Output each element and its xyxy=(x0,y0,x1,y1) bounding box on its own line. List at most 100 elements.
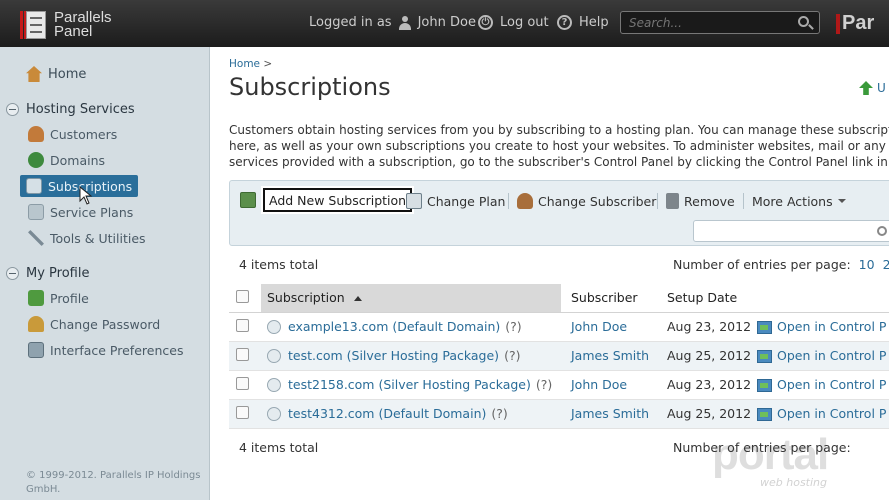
sidebar-item-label: Home xyxy=(48,66,87,82)
help-hint[interactable]: (?) xyxy=(505,319,521,334)
column-subscription[interactable]: Subscription xyxy=(261,284,561,313)
subscription-link[interactable]: test4312.com (Default Domain) xyxy=(288,406,486,421)
subscriber-link[interactable]: John Doe xyxy=(571,319,627,334)
collapse-icon[interactable] xyxy=(6,267,19,280)
open-control-panel-link[interactable]: Open in Control P xyxy=(777,406,886,421)
change-plan-button[interactable]: Change Plan xyxy=(406,190,505,212)
section-hosting-services[interactable]: Hosting Services xyxy=(6,102,135,117)
user-icon xyxy=(398,15,412,30)
column-subscriber[interactable]: Subscriber xyxy=(561,284,657,313)
logout-link[interactable]: ⏻ Log out xyxy=(478,15,549,30)
sidebar-item-profile[interactable]: Profile xyxy=(26,287,93,309)
breadcrumb-separator: > xyxy=(263,58,273,70)
select-all-checkbox[interactable] xyxy=(236,289,249,303)
user-name[interactable]: John Doe xyxy=(418,15,476,30)
section-my-profile[interactable]: My Profile xyxy=(6,266,89,281)
sidebar-item-customers[interactable]: Customers xyxy=(26,123,121,145)
subscriber-link[interactable]: John Doe xyxy=(571,377,627,392)
help-hint[interactable]: (?) xyxy=(504,348,520,363)
search-icon[interactable] xyxy=(798,16,809,27)
sort-ascending-icon xyxy=(353,296,362,302)
entries-per-page-label: Number of entries per page: xyxy=(673,257,851,272)
toolbar-divider xyxy=(657,193,658,209)
logged-in-user: Logged in as John Doe xyxy=(309,15,476,30)
help-link[interactable]: ? Help xyxy=(557,15,609,30)
power-icon: ⏻ xyxy=(478,15,493,30)
subscription-link[interactable]: test.com (Silver Hosting Package) xyxy=(288,348,499,363)
control-panel-icon xyxy=(757,379,772,392)
tools-icon xyxy=(28,230,44,246)
section-label: My Profile xyxy=(26,266,90,281)
change-plan-icon xyxy=(406,193,422,209)
open-control-panel-link[interactable]: Open in Control P xyxy=(777,319,886,334)
status-icon xyxy=(267,378,281,393)
more-actions-dropdown[interactable]: More Actions xyxy=(752,190,846,212)
copyright: © 1999-2012. Parallels IP Holdings GmbH. xyxy=(26,470,201,495)
entries-per-page-top: Number of entries per page: 10 25 1 xyxy=(673,257,889,272)
service-plans-icon xyxy=(28,204,44,220)
breadcrumb-home[interactable]: Home xyxy=(229,58,260,70)
sidebar-item-tools-utilities[interactable]: Tools & Utilities xyxy=(26,227,150,249)
help-hint[interactable]: (?) xyxy=(491,406,507,421)
column-subscriber-label: Subscriber xyxy=(571,290,638,306)
home-icon xyxy=(26,66,42,82)
row-checkbox[interactable] xyxy=(236,405,249,419)
entries-option-10[interactable]: 10 xyxy=(859,257,875,272)
logged-in-label: Logged in as xyxy=(309,15,392,30)
change-subscriber-button[interactable]: Change Subscriber xyxy=(517,190,656,212)
sidebar-item-label: Tools & Utilities xyxy=(50,230,146,246)
help-icon: ? xyxy=(557,15,572,30)
sidebar-item-label: Profile xyxy=(50,290,89,306)
chevron-down-icon xyxy=(837,199,846,203)
add-new-subscription-label: Add New Subscription xyxy=(269,192,407,208)
sidebar-item-interface-preferences[interactable]: Interface Preferences xyxy=(26,339,187,361)
column-setup-date[interactable]: Setup Date xyxy=(657,284,757,313)
list-search-field[interactable] xyxy=(693,220,889,242)
sidebar-item-change-password[interactable]: Change Password xyxy=(26,313,164,335)
sidebar-item-domains[interactable]: Domains xyxy=(26,149,109,171)
subscriber-link[interactable]: James Smith xyxy=(571,348,649,363)
top-header: Parallels Panel Logged in as John Doe ⏻ … xyxy=(0,0,889,47)
up-level-label: U xyxy=(877,81,886,95)
setup-date: Aug 23, 2012 xyxy=(657,312,757,342)
portal-watermark: portal xyxy=(712,430,829,479)
entries-option-25[interactable]: 25 xyxy=(883,257,889,272)
change-subscriber-label: Change Subscriber xyxy=(538,193,657,209)
up-level-link[interactable]: U xyxy=(859,81,886,95)
header-search[interactable] xyxy=(620,11,820,34)
subscription-link[interactable]: test2158.com (Silver Hosting Package) xyxy=(288,377,531,392)
sidebar: Home Hosting Services Customers Domains … xyxy=(0,47,210,500)
remove-button[interactable]: Remove xyxy=(666,190,735,212)
parallels-logo[interactable]: Parallels Panel xyxy=(6,9,112,41)
sidebar-item-home[interactable]: Home xyxy=(26,66,86,82)
row-checkbox[interactable] xyxy=(236,318,249,332)
open-control-panel-link[interactable]: Open in Control P xyxy=(777,348,886,363)
mouse-pointer-icon xyxy=(79,186,93,205)
breadcrumb: Home > xyxy=(229,58,272,70)
toolbar: Add New Subscription Change Plan Change … xyxy=(229,180,889,246)
subscriber-link[interactable]: James Smith xyxy=(571,406,649,421)
change-subscriber-icon xyxy=(517,193,533,209)
portal-watermark-sub: web hosting xyxy=(760,476,827,489)
collapse-icon[interactable] xyxy=(6,103,19,116)
key-icon xyxy=(28,316,44,332)
help-hint[interactable]: (?) xyxy=(536,377,552,392)
add-subscription-icon xyxy=(240,192,256,208)
open-control-panel-link[interactable]: Open in Control P xyxy=(777,377,886,392)
sidebar-item-label: Domains xyxy=(50,152,106,168)
items-total-bottom: 4 items total xyxy=(239,440,319,455)
search-icon[interactable] xyxy=(877,226,887,236)
column-setup-date-label: Setup Date xyxy=(667,290,738,306)
column-subscription-label: Subscription xyxy=(267,290,345,306)
sidebar-item-label: Service Plans xyxy=(50,204,134,220)
row-checkbox[interactable] xyxy=(236,347,249,361)
subscription-link[interactable]: example13.com (Default Domain) xyxy=(288,319,500,334)
page-description: Customers obtain hosting services from y… xyxy=(229,123,889,169)
column-actions xyxy=(757,284,889,313)
add-new-subscription-button[interactable]: Add New Subscription xyxy=(263,188,413,212)
sidebar-item-label: Change Password xyxy=(50,316,161,332)
search-input[interactable] xyxy=(621,12,791,33)
control-panel-icon xyxy=(757,408,772,421)
more-actions-label: More Actions xyxy=(752,193,833,209)
row-checkbox[interactable] xyxy=(236,376,249,390)
